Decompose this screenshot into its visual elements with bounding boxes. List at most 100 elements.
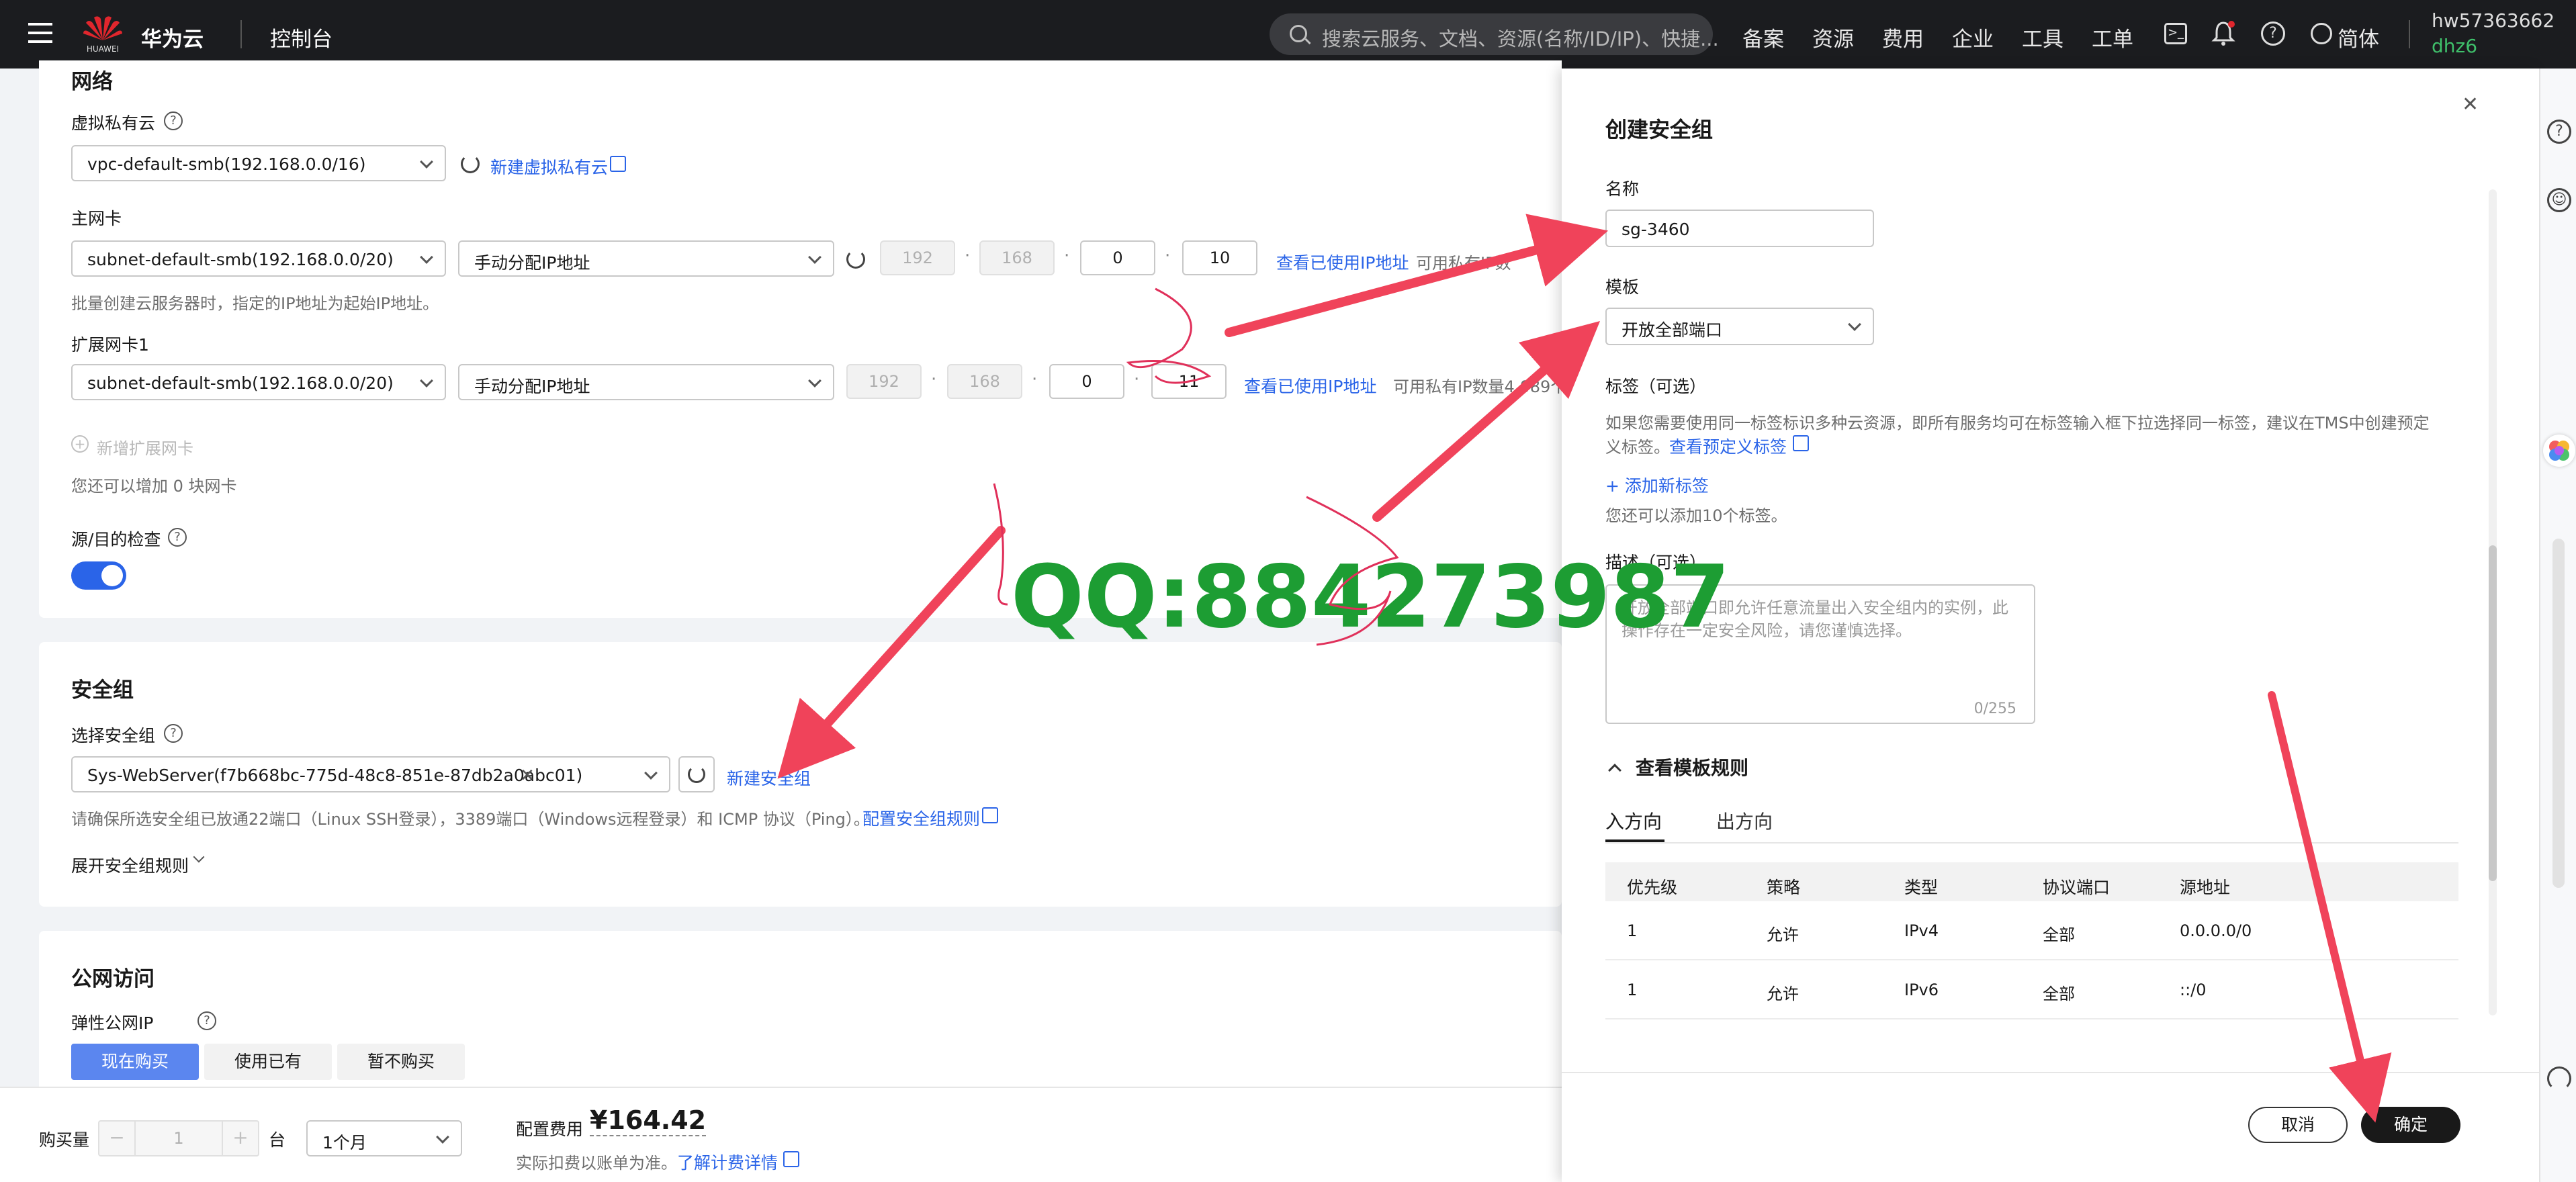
vpc-select[interactable]: vpc-default-smb(192.168.0.0/16) <box>71 145 446 181</box>
tab-outbound[interactable]: 出方向 <box>1716 807 1773 834</box>
ip-octet-3-input[interactable]: 0 <box>1080 240 1155 275</box>
help-icon[interactable]: ? <box>2261 21 2285 46</box>
chevron-down-icon <box>420 251 433 264</box>
cell-policy: 允许 <box>1767 985 1799 1003</box>
eip-help-icon[interactable]: ? <box>197 1011 216 1030</box>
external-link-icon[interactable] <box>783 1151 799 1167</box>
ext-ip-octet-3-input[interactable]: 0 <box>1049 364 1124 399</box>
chevron-down-icon <box>808 251 821 264</box>
ext-nic-mode-select[interactable]: 手动分配IP地址 <box>458 364 834 400</box>
bell-icon[interactable] <box>2211 20 2235 47</box>
used-ip-link[interactable]: 查看已使用IP地址 <box>1276 250 1409 274</box>
add-nic-hint: 您还可以增加 0 块网卡 <box>71 477 237 496</box>
sub-account-name[interactable]: dhz6 <box>2432 35 2477 57</box>
chevron-down-icon <box>420 374 433 388</box>
sg-help-icon[interactable]: ? <box>164 724 183 743</box>
sg-refresh-button[interactable] <box>678 756 715 792</box>
clear-icon[interactable]: ✕ <box>520 766 535 786</box>
decrement-button[interactable]: − <box>99 1122 136 1155</box>
ext-ip-octet-4-input[interactable]: 11 <box>1151 364 1227 399</box>
nav-item-billing[interactable]: 费用 <box>1882 22 1924 52</box>
section-title-network: 网络 <box>71 70 113 94</box>
section-title-public-access: 公网访问 <box>71 967 154 991</box>
cancel-button[interactable]: 取消 <box>2248 1107 2348 1143</box>
add-tag-button[interactable]: + 添加新标签 <box>1605 473 1709 497</box>
globe-icon[interactable] <box>2311 23 2332 44</box>
nav-item-resources[interactable]: 资源 <box>1812 22 1854 52</box>
name-input[interactable]: sg-3460 <box>1605 210 1874 247</box>
quantity-stepper[interactable]: − 1 + <box>98 1120 259 1156</box>
search-icon-handle <box>1304 38 1311 45</box>
new-security-group-link[interactable]: 新建安全组 <box>727 766 811 790</box>
console-link[interactable]: 控制台 <box>270 22 332 52</box>
drawer-scrollbar-thumb[interactable] <box>2489 545 2497 881</box>
template-rules-toggle[interactable]: 查看模板规则 <box>1636 754 1748 780</box>
assistant-icon[interactable] <box>2543 435 2575 467</box>
ip-octet-4-input[interactable]: 10 <box>1182 240 1257 275</box>
smiley-icon[interactable]: ☺ <box>2547 188 2571 212</box>
refresh-icon[interactable] <box>846 250 865 269</box>
account-name[interactable]: hw57363662 <box>2432 9 2555 32</box>
nav-item-tickets[interactable]: 工单 <box>2092 22 2133 52</box>
confirm-button[interactable]: 确定 <box>2361 1107 2460 1143</box>
billing-details-link[interactable]: 了解计费详情 <box>677 1150 778 1174</box>
primary-nic-subnet-value: subnet-default-smb(192.168.0.0/20) <box>87 250 394 269</box>
column-header-policy: 策略 <box>1767 878 1801 897</box>
add-nic-button[interactable]: 新增扩展网卡 <box>97 435 193 459</box>
nav-item-filing[interactable]: 备案 <box>1742 22 1784 52</box>
description-counter: 0/255 <box>1973 700 2016 717</box>
nav-item-tools[interactable]: 工具 <box>2022 22 2063 52</box>
help-icon[interactable]: ? <box>2547 120 2571 144</box>
menu-icon[interactable] <box>28 23 52 44</box>
buy-now-button[interactable]: 现在购买 <box>71 1044 199 1080</box>
vpc-help-icon[interactable]: ? <box>164 111 183 130</box>
primary-nic-subnet-select[interactable]: subnet-default-smb(192.168.0.0/20) <box>71 240 446 277</box>
increment-button[interactable]: + <box>222 1122 258 1155</box>
external-link-icon[interactable] <box>610 156 626 172</box>
drawer-scrollbar[interactable] <box>2489 189 2497 1015</box>
column-header-type: 类型 <box>1904 878 1939 897</box>
period-select[interactable]: 1个月 <box>306 1120 462 1156</box>
template-select[interactable]: 开放全部端口 <box>1605 308 1874 345</box>
nav-item-enterprise[interactable]: 企业 <box>1952 22 1994 52</box>
language-switch[interactable]: 简体 <box>2338 22 2379 52</box>
name-input-value: sg-3460 <box>1622 220 1690 239</box>
use-existing-button[interactable]: 使用已有 <box>204 1044 332 1080</box>
ip-dot: · <box>1165 246 1171 266</box>
purchase-bar: 购买量 − 1 + 台 1个月 配置费用 ¥164.42 实际扣费以账单为准。 … <box>0 1087 1562 1182</box>
fee-label: 配置费用 <box>516 1120 584 1139</box>
ext-used-ip-link[interactable]: 查看已使用IP地址 <box>1244 373 1376 398</box>
ext-nic-label: 扩展网卡1 <box>71 335 149 355</box>
brand-name[interactable]: 华为云 <box>141 22 204 52</box>
brand-small: HUAWEI <box>86 44 120 54</box>
chevron-up-icon[interactable] <box>1608 764 1622 777</box>
add-circle-icon[interactable]: + <box>71 435 89 453</box>
expand-sg-rules-toggle[interactable]: 展开安全组规则 <box>71 853 189 877</box>
quantity-value[interactable]: 1 <box>136 1122 222 1155</box>
src-dst-check-toggle[interactable] <box>71 561 126 590</box>
huawei-logo-icon[interactable]: HUAWEI <box>82 13 124 54</box>
skip-purchase-button[interactable]: 暂不购买 <box>337 1044 465 1080</box>
tab-inbound[interactable]: 入方向 <box>1605 807 1662 834</box>
ext-nic-subnet-value: subnet-default-smb(192.168.0.0/20) <box>87 373 394 393</box>
tag-hint-line1: 如果您需要使用同一标签标识多种云资源，即所有服务均可在标签输入框下拉选择同一标签… <box>1605 414 2430 433</box>
security-group-select[interactable]: Sys-WebServer(f7b668bc-775d-48c8-851e-87… <box>71 756 670 792</box>
config-sg-rules-link[interactable]: 配置安全组规则 <box>862 806 980 830</box>
refresh-icon[interactable] <box>461 154 480 173</box>
src-dst-help-icon[interactable]: ? <box>168 528 187 547</box>
new-vpc-link[interactable]: 新建虚拟私有云 <box>490 154 608 179</box>
close-icon[interactable]: ✕ <box>2462 93 2479 116</box>
global-search-input[interactable]: 搜索云服务、文档、资源(名称/ID/IP)、快捷... <box>1270 13 1719 55</box>
terminal-icon[interactable]: >_ <box>2164 23 2187 44</box>
section-title-security-group: 安全组 <box>71 678 134 702</box>
headset-icon[interactable] <box>2547 1066 2571 1091</box>
select-sg-label: 选择安全组 <box>71 726 156 745</box>
primary-nic-mode-select[interactable]: 手动分配IP地址 <box>458 240 834 277</box>
scroll-handle[interactable] <box>2552 539 2565 888</box>
ext-available-ip-text: 可用私有IP数量4,089个 <box>1393 377 1567 396</box>
external-link-icon[interactable] <box>982 807 998 823</box>
refresh-icon <box>688 766 705 783</box>
ext-nic-subnet-select[interactable]: subnet-default-smb(192.168.0.0/20) <box>71 364 446 400</box>
external-link-icon[interactable] <box>1793 435 1809 451</box>
predefined-tags-link[interactable]: 查看预定义标签 <box>1669 434 1787 458</box>
